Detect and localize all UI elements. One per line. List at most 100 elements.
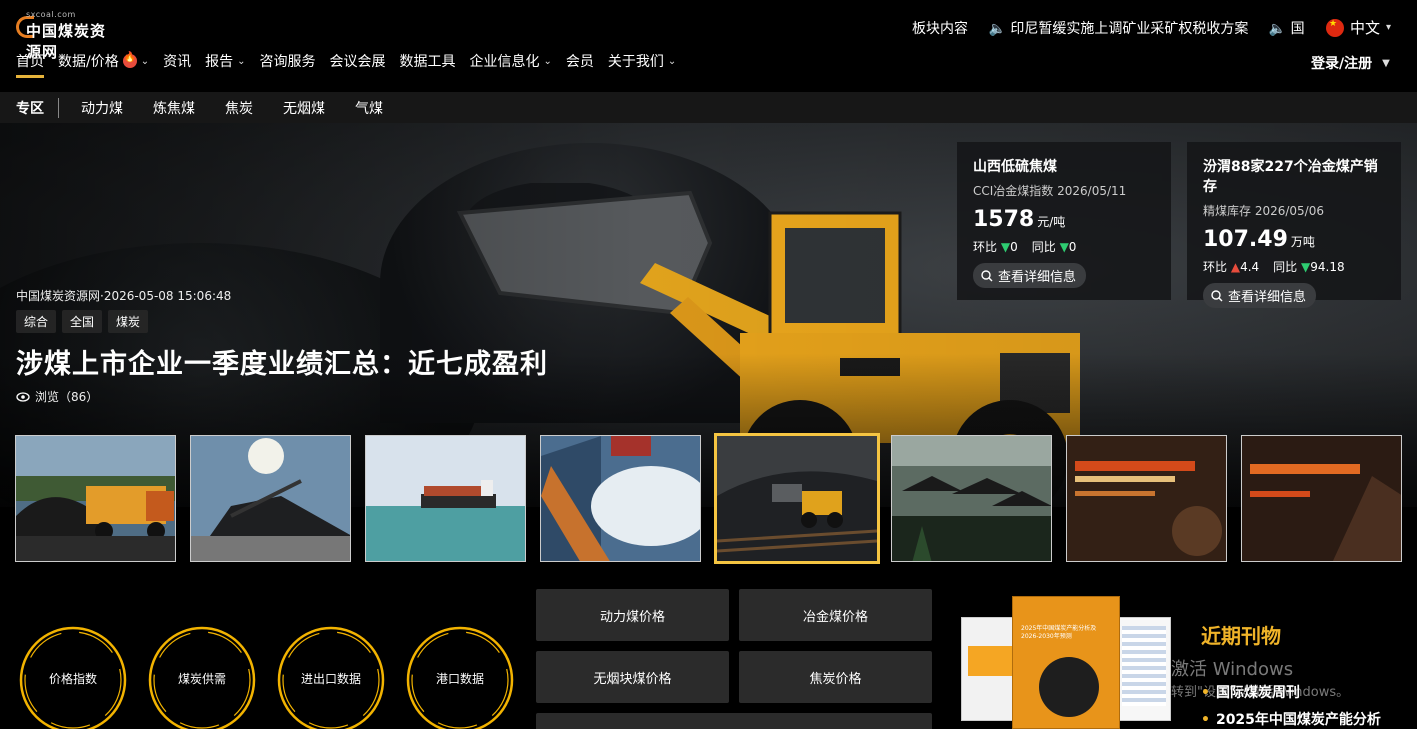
mom-value: 0 <box>1010 240 1018 254</box>
card-title: 汾渭88家227个冶金煤产销存 <box>1203 159 1378 195</box>
nav-item-membership[interactable]: 会员 <box>566 51 594 71</box>
ticker-item[interactable]: 板块内容 <box>912 21 968 37</box>
nav-label: 会员 <box>565 54 594 70</box>
article-headline[interactable]: 涉煤上市企业一季度业绩汇总：近七成盈利 <box>16 342 548 381</box>
chevron-down-icon: ⌄ <box>543 55 552 67</box>
shortcut-coal-supply-demand[interactable]: 煤炭供需 <box>147 625 257 729</box>
nav-item-home[interactable]: 首页 <box>16 51 44 78</box>
main-nav: 首页 数据/价格 ⌄ 资讯 报告 ⌄ 咨询服务 会议会展 数据工具 企业信息化 … <box>16 50 690 78</box>
thumbnail-stacker[interactable] <box>190 435 351 562</box>
banner-thumbnails <box>15 433 1415 564</box>
thumbnail-image <box>191 436 350 561</box>
card-value: 107.49 万吨 <box>1203 227 1385 252</box>
thumbnail-coke-oven[interactable] <box>540 435 701 562</box>
magazine-cover-right[interactable] <box>1117 617 1171 721</box>
zone-item-coke[interactable]: 焦炭 <box>225 98 253 118</box>
thumbnail-image <box>1242 436 1401 561</box>
china-flag-icon <box>1326 18 1344 37</box>
index-card-shanxi-coking-coal: 山西低硫焦煤 CCI冶金煤指数 2026/05/11 1578 元/吨 环比 ▼0… <box>957 142 1171 300</box>
language-selector[interactable]: 中文 ▾ <box>1326 17 1391 38</box>
shortcut-price-index[interactable]: 价格指数 <box>18 625 128 729</box>
down-arrow-icon: ▼ <box>1059 240 1069 254</box>
shortcut-port-data[interactable]: 港口数据 <box>405 625 515 729</box>
windows-activation-watermark: 激活 Windows <box>1171 659 1294 680</box>
thumbnail-image <box>541 436 700 561</box>
zone-item-coking-coal[interactable]: 炼焦煤 <box>153 98 195 118</box>
card-title: 山西低硫焦煤 <box>973 159 1057 175</box>
nav-label: 企业信息化 <box>469 54 540 70</box>
zone-item-gas-coal[interactable]: 气煤 <box>355 98 383 118</box>
yoy-change: 同比 ▼94.18 <box>1273 258 1344 275</box>
shortcut-label: 港口数据 <box>435 672 484 686</box>
nav-item-data-tools[interactable]: 数据工具 <box>400 51 456 71</box>
index-card-fenwei-inventory: 汾渭88家227个冶金煤产销存 精煤库存 2026/05/06 107.49 万吨… <box>1187 142 1401 308</box>
chevron-down-icon: ⌄ <box>237 55 246 67</box>
shortcut-label: 煤炭供需 <box>177 672 226 686</box>
thumbnail-promo-banner-1[interactable] <box>1066 435 1227 562</box>
thumbnail-wheel-loader-selected[interactable] <box>714 433 880 564</box>
zone-item-thermal-coal[interactable]: 动力煤 <box>81 98 123 118</box>
nav-label: 数据工具 <box>399 54 456 70</box>
search-icon <box>981 269 993 281</box>
coke-price-button[interactable]: 焦炭价格 <box>739 651 932 703</box>
nav-item-data-price[interactable]: 数据/价格 ⌄ <box>58 51 149 71</box>
button-label: 查看详细信息 <box>998 270 1077 285</box>
ticker-item[interactable]: 🔈 印尼暂缓实施上调矿业采矿权税收方案 <box>988 21 1248 37</box>
tag[interactable]: 全国 <box>62 310 103 333</box>
nav-label: 数据/价格 <box>58 54 119 70</box>
zone-label: 专区 <box>16 97 59 118</box>
nav-label: 报告 <box>205 54 234 70</box>
nav-item-consulting[interactable]: 咨询服务 <box>260 51 316 71</box>
thumbnail-promo-banner-2[interactable] <box>1241 435 1402 562</box>
eye-icon <box>16 391 30 402</box>
tag[interactable]: 综合 <box>16 310 57 333</box>
more-price-button[interactable] <box>536 713 932 729</box>
ticker-item[interactable]: 🔈 国 <box>1269 21 1305 37</box>
value-number: 107.49 <box>1203 227 1288 252</box>
tag[interactable]: 煤炭 <box>108 310 149 333</box>
metallurgical-coal-price-button[interactable]: 冶金煤价格 <box>739 589 932 641</box>
thermal-coal-price-button[interactable]: 动力煤价格 <box>536 589 729 641</box>
nav-label: 资讯 <box>163 54 192 70</box>
view-details-button[interactable]: 查看详细信息 <box>973 263 1087 288</box>
shortcut-label: 进出口数据 <box>300 672 361 686</box>
thumbnail-image <box>16 436 175 561</box>
mom-change: 环比 ▼0 <box>973 238 1018 255</box>
site-logo[interactable]: sxcoal.com 中国煤炭资源网 <box>16 10 120 61</box>
button-label: 查看详细信息 <box>1228 290 1307 305</box>
login-register-button[interactable]: 登录/注册 ▼ <box>1311 53 1390 73</box>
chevron-down-icon: ⌄ <box>140 55 150 67</box>
down-arrow-icon: ▼ <box>1301 260 1311 274</box>
nav-item-conferences[interactable]: 会议会展 <box>330 51 386 71</box>
value-number: 1578 <box>973 207 1035 232</box>
nav-item-enterprise-it[interactable]: 企业信息化 ⌄ <box>470 51 552 71</box>
magazine-cover-featured[interactable]: 2025年中国煤炭产能分析及2026-2030年预测 <box>1012 596 1120 729</box>
nav-item-about[interactable]: 关于我们 ⌄ <box>608 51 676 71</box>
yoy-label: 同比 <box>1031 240 1056 254</box>
login-label: 登录/注册 <box>1311 56 1373 72</box>
thumbnail-cargo-ship[interactable] <box>365 435 526 562</box>
cover-coal-image <box>1039 657 1099 717</box>
anthracite-lump-price-button[interactable]: 无烟块煤价格 <box>536 651 729 703</box>
cover-title: 2025年中国煤炭产能分析及2026-2030年预测 <box>1021 625 1097 640</box>
journal-item[interactable]: 国际煤炭周刊 <box>1201 682 1300 702</box>
mom-label: 环比 <box>1203 260 1228 274</box>
logo-domain: sxcoal.com <box>26 10 76 19</box>
thumbnail-image <box>366 436 525 561</box>
thumbnail-barges[interactable] <box>891 435 1052 562</box>
journal-item[interactable]: 2025年中国煤炭产能分析 <box>1201 709 1381 729</box>
nav-item-reports[interactable]: 报告 ⌄ <box>205 51 245 71</box>
card-changes: 环比 ▼0 同比 ▼0 <box>973 238 1155 255</box>
card-value: 1578 元/吨 <box>973 207 1155 232</box>
chevron-down-icon: ▾ <box>1386 22 1392 33</box>
view-details-button[interactable]: 查看详细信息 <box>1203 283 1317 308</box>
news-ticker[interactable]: 板块内容 🔈 印尼暂缓实施上调矿业采矿权税收方案 🔈 国 <box>912 18 1321 38</box>
yoy-value: 94.18 <box>1310 260 1345 274</box>
search-icon <box>1211 289 1223 301</box>
down-arrow-icon: ▼ <box>1000 240 1011 254</box>
shortcut-import-export-data[interactable]: 进出口数据 <box>276 625 386 729</box>
nav-item-news[interactable]: 资讯 <box>163 51 191 71</box>
zone-item-anthracite[interactable]: 无烟煤 <box>283 98 325 118</box>
yoy-change: 同比 ▼0 <box>1032 238 1077 255</box>
thumbnail-coal-trucks[interactable] <box>15 435 176 562</box>
